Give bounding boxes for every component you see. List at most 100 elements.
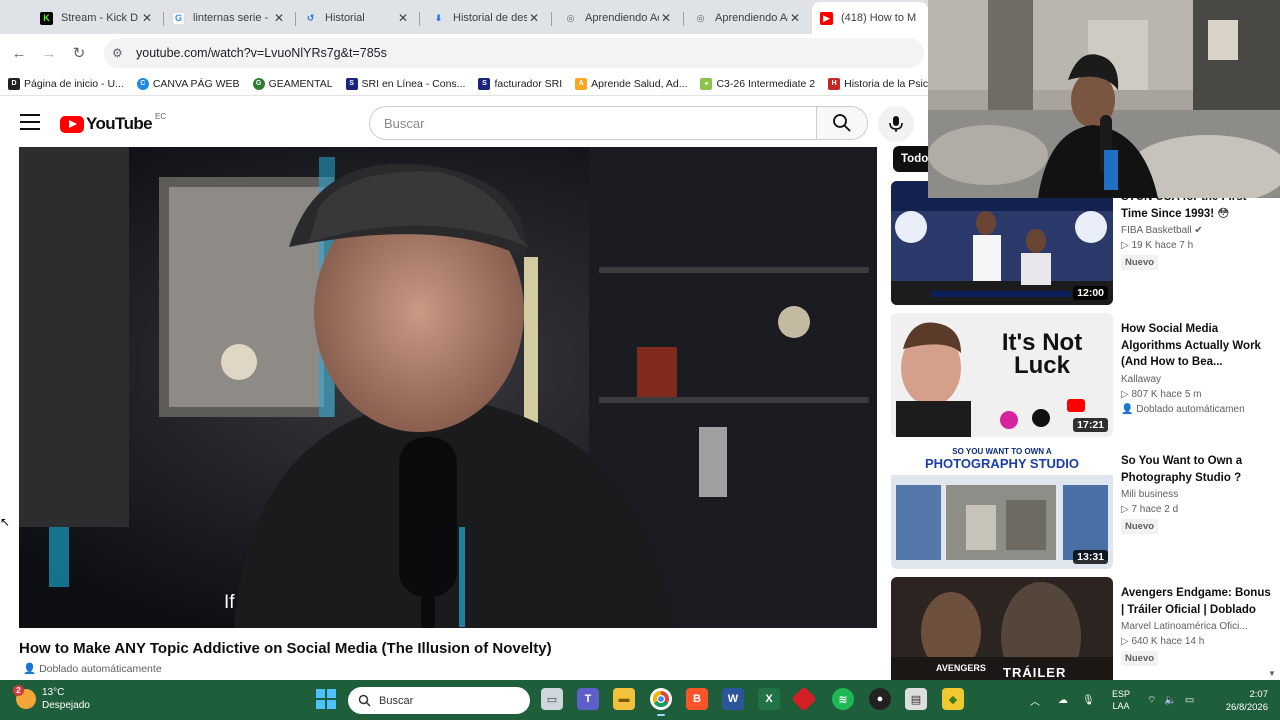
youtube-header: YouTube EC Buscar [0,100,928,146]
channel-row[interactable]: FIBA Basketball ✔ [1121,225,1271,236]
google-icon: G [172,11,185,25]
bookmark[interactable]: C CANVA PÁG WEB [136,77,240,90]
close-tab-icon[interactable]: ✕ [140,11,154,25]
video-stats: ▷ 807 K hace 5 m [1121,388,1202,400]
language-indicator[interactable]: ESP LAA [1112,688,1130,712]
video-thumbnail[interactable]: SO YOU WANT TO OWN A PHOTOGRAPHY STUDIO … [891,445,1113,569]
file-explorer-icon[interactable]: ▬ [613,688,635,710]
brave-icon[interactable]: B [686,688,708,710]
show-hidden-icons-icon[interactable]: ︿ [1030,693,1040,708]
channel-name[interactable]: Marvel Latinoamérica Ofici... [1121,621,1271,632]
filter-chip-all[interactable]: Todo [893,146,933,172]
bookmark[interactable]: S SRI en Línea - Cons... [345,77,465,90]
word-icon[interactable]: W [722,688,744,710]
browser-tab[interactable]: ⬇ Historial de des ✕ [424,4,549,32]
channel-name[interactable]: FIBA Basketball [1121,225,1192,236]
canva-icon: C [136,77,149,90]
menu-icon[interactable] [20,114,40,130]
microphone-icon[interactable]: 🎙 [1082,695,1095,706]
browser-tab[interactable]: K Stream - Kick D ✕ [32,4,162,32]
bookmark[interactable]: G GEAMENTAL [252,77,333,90]
search-input[interactable]: Buscar [369,106,816,140]
tab-title: (418) How to M [841,12,917,24]
browser-tab[interactable]: ◎ Aprendiendo Ac ✕ [556,4,681,32]
browser-tab[interactable]: ↺ Historial ✕ [296,4,418,32]
bookmark[interactable]: A Aprende Salud, Ad... [575,77,687,90]
video-thumbnail[interactable]: It's Not Luck 17:21 [891,313,1113,437]
task-view-icon[interactable]: ▭ [541,688,563,710]
clock-time: 2:07 [1249,689,1269,700]
weather-temp: 13°C [42,687,65,698]
bookmark[interactable]: S facturador SRI [478,77,563,90]
recommended-video[interactable]: 12:00 STUN USA for the First Time Since … [891,181,1280,307]
lang-layout: LAA [1112,701,1130,711]
quick-settings[interactable]: ⌔ 🔈 ▭ [1147,680,1194,720]
new-badge: Nuevo [1121,255,1159,270]
video-player[interactable]: If [19,147,877,628]
lang-code: ESP [1112,689,1131,699]
forward-icon[interactable]: → [34,38,64,68]
video-title: How to Make ANY Topic Addictive on Socia… [19,640,552,657]
app-window-icon[interactable]: ▤ [905,688,927,710]
sri-icon: S [478,77,491,90]
channel-name[interactable]: Mili business [1121,489,1271,500]
close-tab-icon[interactable]: ✕ [659,11,673,25]
recommendation-title[interactable]: How Social Media Algorithms Actually Wor… [1121,321,1271,371]
aprende-icon: A [575,77,588,90]
reload-icon[interactable]: ↻ [64,38,94,68]
sri-icon: S [345,77,358,90]
cloud-icon[interactable]: ☁ [1058,695,1068,706]
close-tab-icon[interactable]: ✕ [396,11,410,25]
youtube-icon: ▶ [820,11,833,25]
video-stats: ▷ 640 K hace 14 h [1121,636,1205,647]
app-icon[interactable]: ◆ [942,688,964,710]
teams-icon[interactable]: T [577,688,599,710]
site-info-icon[interactable]: ⚙ [112,46,130,60]
anydesk-icon[interactable] [791,686,817,712]
bookmark-label: facturador SRI [494,77,563,90]
browser-tab-active[interactable]: ▶ (418) How to M [812,2,928,34]
chrome-icon[interactable] [650,688,672,716]
taskbar-search-input[interactable]: Buscar [348,687,530,714]
video-thumbnail[interactable]: AVENGERS TRÁILER [891,577,1113,680]
video-stats: ▷ 7 hace 2 d [1121,504,1179,515]
recommended-video[interactable]: AVENGERS TRÁILER Avengers Endgame: Bonus… [891,577,1280,680]
bookmark[interactable]: ✦ C3-26 Intermediate 2 [700,77,815,90]
recommendation-title[interactable]: So You Want to Own a Photography Studio … [1121,453,1271,486]
voice-search-button[interactable] [878,106,914,142]
recommended-video[interactable]: SO YOU WANT TO OWN A PHOTOGRAPHY STUDIO … [891,445,1280,571]
excel-icon[interactable]: X [758,688,780,710]
close-tab-icon[interactable]: ✕ [272,11,286,25]
video-thumbnail[interactable]: 12:00 [891,181,1113,305]
tab-title: Historial de des [453,12,527,24]
scroll-down-arrow[interactable]: ▼ [1268,669,1276,678]
browser-tab[interactable]: ◎ Aprendiendo Ac ✕ [686,4,810,32]
bookmark[interactable]: D Página de inicio - U... [8,77,124,90]
historia-icon: H [828,77,841,90]
close-tab-icon[interactable]: ✕ [527,11,541,25]
auto-dub-label: 👤 Doblado automáticamente [23,662,162,676]
tab-title: Aprendiendo Ac [585,12,659,24]
video-stats: ▷ 19 K hace 7 h [1121,240,1194,251]
bookmarks-bar: D Página de inicio - U... C CANVA PÁG WE… [0,72,945,96]
search-placeholder: Buscar [384,115,425,131]
obs-icon[interactable]: ● [869,688,891,710]
weather-widget[interactable]: 2 13°C Despejado [13,685,90,712]
channel-name[interactable]: Kallaway [1121,374,1271,385]
search-button[interactable] [816,106,868,140]
browser-tab[interactable]: G linternas serie - ✕ [164,4,294,32]
youtube-logo[interactable]: YouTube EC [60,112,166,134]
globe-icon: ◎ [696,12,705,23]
back-icon[interactable]: ← [4,38,34,68]
recommended-video[interactable]: It's Not Luck 17:21 How Social Media Alg… [891,313,1280,439]
webcam-overlay [928,0,1280,198]
address-bar[interactable]: ⚙ youtube.com/watch?v=LvuoNlYRs7g&t=785s [104,38,924,68]
close-tab-icon[interactable]: ✕ [788,11,802,25]
spotify-icon[interactable]: ≋ [832,688,854,710]
recommendation-title[interactable]: Avengers Endgame: Bonus | Tráiler Oficia… [1121,585,1271,618]
clock[interactable]: 2:07 26/8/2026 [1210,688,1268,714]
weather-alert-badge: 2 [13,685,24,696]
url-text: youtube.com/watch?v=LvuoNlYRs7g&t=785s [136,46,387,60]
history-icon: ↺ [306,12,315,23]
windows-start-icon[interactable] [316,689,336,709]
